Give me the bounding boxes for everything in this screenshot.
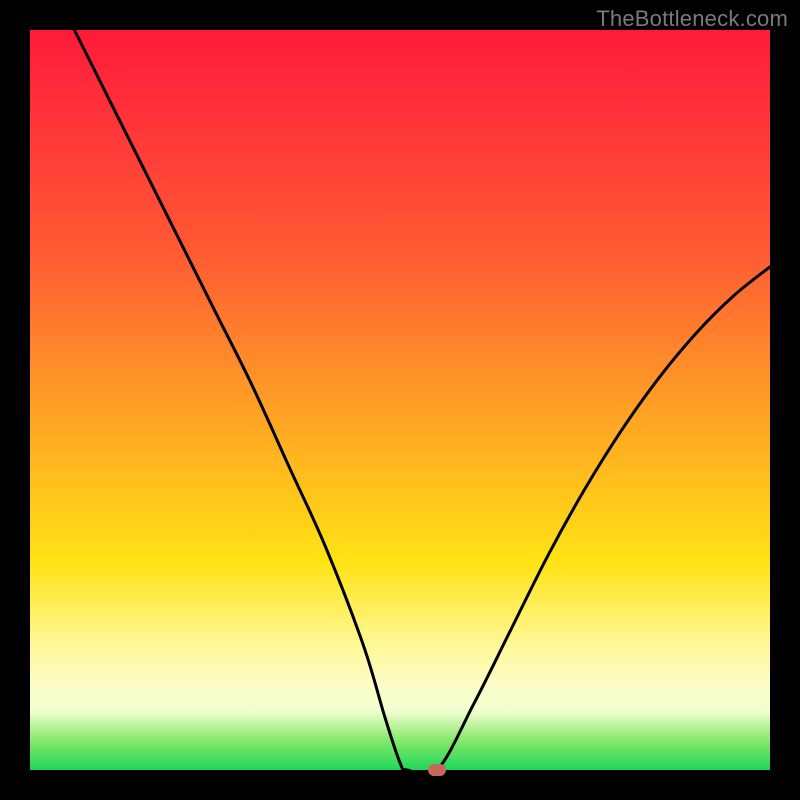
plot-area	[30, 30, 770, 770]
chart-frame: TheBottleneck.com	[0, 0, 800, 800]
watermark-text: TheBottleneck.com	[596, 6, 788, 32]
optimum-marker	[428, 764, 446, 776]
curve-svg	[30, 30, 770, 770]
bottleneck-curve	[74, 30, 770, 770]
